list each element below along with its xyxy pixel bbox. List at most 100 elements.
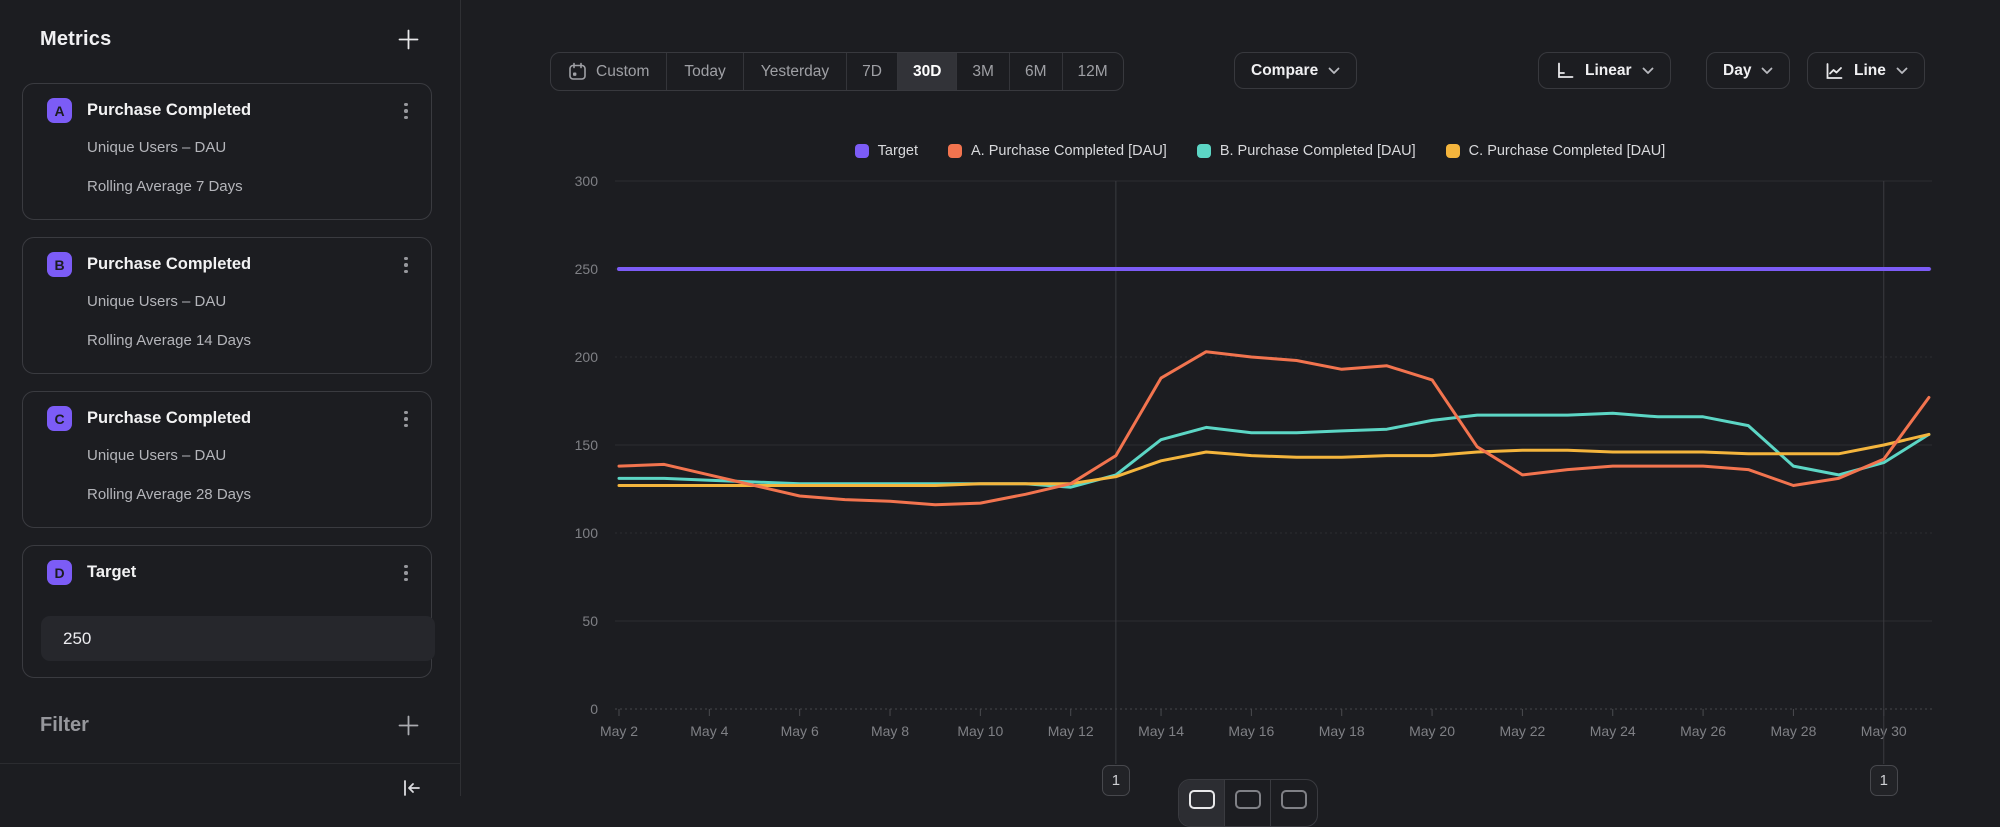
range-label: Today: [684, 63, 725, 81]
metrics-title: Metrics: [40, 28, 111, 51]
svg-text:200: 200: [575, 349, 599, 365]
svg-text:May 26: May 26: [1680, 723, 1726, 739]
view-toggle-control: [1178, 779, 1318, 827]
range-label: 12M: [1078, 63, 1108, 81]
filter-header: Filter: [40, 714, 420, 737]
metric-transform: Rolling Average 7 Days: [87, 178, 243, 195]
plus-icon: [397, 28, 420, 51]
granularity-label: Day: [1723, 62, 1751, 80]
range-label: Yesterday: [761, 63, 829, 81]
metric-card-a[interactable]: A Purchase Completed Unique Users – DAU …: [22, 83, 432, 220]
legend-swatch: [1446, 144, 1460, 158]
add-filter-button[interactable]: [397, 714, 420, 737]
compare-button[interactable]: Compare: [1234, 52, 1357, 89]
metric-badge: C: [47, 406, 72, 431]
range-12m[interactable]: 12M: [1063, 53, 1123, 90]
view-toggle-split[interactable]: [1271, 780, 1317, 826]
chart-view-icon: [1189, 790, 1215, 809]
metric-measure: Unique Users – DAU: [87, 447, 226, 464]
svg-text:May 22: May 22: [1499, 723, 1545, 739]
metric-transform: Rolling Average 28 Days: [87, 486, 251, 503]
metric-transform: Rolling Average 14 Days: [87, 332, 251, 349]
collapse-sidebar-button[interactable]: [400, 776, 424, 800]
filter-title: Filter: [40, 714, 89, 737]
metric-card-c[interactable]: C Purchase Completed Unique Users – DAU …: [22, 391, 432, 528]
legend-label: B. Purchase Completed [DAU]: [1220, 143, 1416, 159]
svg-text:May 14: May 14: [1138, 723, 1184, 739]
scale-label: Linear: [1585, 62, 1632, 80]
svg-text:May 20: May 20: [1409, 723, 1455, 739]
metric-title: Purchase Completed: [87, 409, 251, 428]
range-custom[interactable]: Custom: [551, 53, 667, 90]
annotation-badge[interactable]: 1: [1102, 765, 1130, 796]
range-7d[interactable]: 7D: [847, 53, 898, 90]
chart-type-label: Line: [1854, 62, 1886, 80]
legend-label: A. Purchase Completed [DAU]: [971, 143, 1167, 159]
svg-text:May 8: May 8: [871, 723, 909, 739]
chevron-down-icon: [1761, 67, 1773, 75]
svg-text:100: 100: [575, 525, 599, 541]
target-card[interactable]: D Target 250: [22, 545, 432, 678]
metric-menu-button[interactable]: [395, 252, 417, 278]
legend-label: Target: [878, 143, 918, 159]
svg-text:May 18: May 18: [1319, 723, 1365, 739]
legend-swatch: [948, 144, 962, 158]
range-label: Custom: [596, 63, 649, 81]
sidebar-divider: [0, 763, 460, 764]
legend-item-c[interactable]: C. Purchase Completed [DAU]: [1446, 143, 1666, 159]
add-metric-button[interactable]: [397, 28, 420, 51]
metric-measure: Unique Users – DAU: [87, 293, 226, 310]
calendar-icon: [568, 62, 587, 81]
svg-text:300: 300: [575, 173, 599, 189]
chevron-down-icon: [1642, 67, 1654, 75]
range-label: 7D: [862, 63, 882, 81]
annotation-badge[interactable]: 1: [1870, 765, 1898, 796]
svg-text:May 28: May 28: [1770, 723, 1816, 739]
metric-card-b[interactable]: B Purchase Completed Unique Users – DAU …: [22, 237, 432, 374]
svg-text:50: 50: [582, 613, 598, 629]
svg-text:May 10: May 10: [957, 723, 1003, 739]
linear-axes-icon: [1555, 61, 1575, 81]
svg-text:May 24: May 24: [1590, 723, 1636, 739]
legend-item-b[interactable]: B. Purchase Completed [DAU]: [1197, 143, 1416, 159]
range-label: 30D: [913, 63, 941, 81]
svg-text:May 2: May 2: [600, 723, 638, 739]
view-toggle-chart[interactable]: [1179, 780, 1225, 826]
metric-badge: D: [47, 560, 72, 585]
metric-menu-button[interactable]: [395, 98, 417, 124]
svg-text:May 6: May 6: [781, 723, 819, 739]
line-chart-canvas: 050100150200250300May 2May 4May 6May 8Ma…: [560, 170, 1960, 796]
range-30d[interactable]: 30D: [898, 53, 957, 90]
metric-measure: Unique Users – DAU: [87, 139, 226, 156]
legend-item-target[interactable]: Target: [855, 143, 918, 159]
metric-menu-button[interactable]: [395, 406, 417, 432]
range-yesterday[interactable]: Yesterday: [744, 53, 847, 90]
svg-text:May 12: May 12: [1048, 723, 1094, 739]
plus-icon: [397, 714, 420, 737]
target-value-input[interactable]: 250: [41, 616, 435, 661]
collapse-left-icon: [400, 776, 424, 800]
svg-text:150: 150: [575, 437, 599, 453]
range-6m[interactable]: 6M: [1010, 53, 1063, 90]
svg-text:250: 250: [575, 261, 599, 277]
metric-badge: A: [47, 98, 72, 123]
granularity-select-button[interactable]: Day: [1706, 52, 1790, 89]
range-today[interactable]: Today: [667, 53, 743, 90]
svg-text:May 16: May 16: [1228, 723, 1274, 739]
legend-swatch: [855, 144, 869, 158]
range-label: 6M: [1025, 63, 1047, 81]
metric-title: Purchase Completed: [87, 255, 251, 274]
metric-title: Purchase Completed: [87, 101, 251, 120]
svg-text:May 4: May 4: [690, 723, 728, 739]
metric-menu-button[interactable]: [395, 560, 417, 586]
split-view-icon: [1281, 790, 1307, 809]
view-toggle-table[interactable]: [1225, 780, 1271, 826]
compare-label: Compare: [1251, 62, 1318, 80]
scale-select-button[interactable]: Linear: [1538, 52, 1671, 89]
range-label: 3M: [972, 63, 994, 81]
range-3m[interactable]: 3M: [957, 53, 1010, 90]
metrics-sidebar: Metrics A Purchase Completed Unique User…: [0, 0, 461, 796]
legend-item-a[interactable]: A. Purchase Completed [DAU]: [948, 143, 1167, 159]
chart-type-select-button[interactable]: Line: [1807, 52, 1925, 89]
chevron-down-icon: [1896, 67, 1908, 75]
